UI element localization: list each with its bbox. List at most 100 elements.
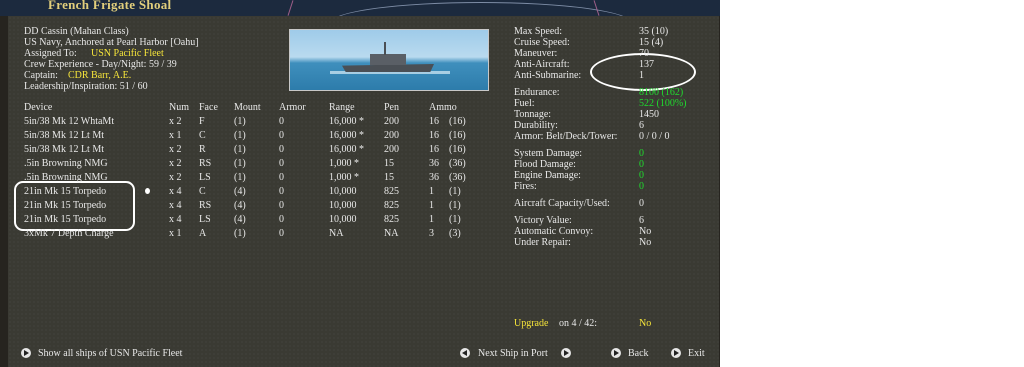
device-cell: 0	[279, 144, 284, 155]
exit-icon[interactable]	[671, 348, 681, 358]
device-cell: F	[199, 116, 205, 127]
back-button[interactable]: Back	[628, 348, 649, 359]
device-cell: x 2	[169, 172, 182, 183]
device-cell: 0	[279, 130, 284, 141]
device-cell: 3	[429, 228, 434, 239]
device-cell: .5in Browning NMG	[24, 158, 108, 169]
device-cell: (1)	[234, 116, 246, 127]
column-header: Num	[169, 102, 189, 113]
stat-label: Fires:	[514, 181, 537, 192]
stat-value: 6	[639, 120, 644, 131]
device-cell: C	[199, 130, 206, 141]
stat-value: 8100 (162)	[639, 87, 684, 98]
device-cell: 21in Mk 15 Torpedo	[24, 214, 107, 225]
stat-label: Anti-Aircraft:	[514, 59, 570, 70]
device-cell: 15	[384, 172, 394, 183]
stat-label: Aircraft Capacity/Used:	[514, 198, 610, 209]
device-cell: 200	[384, 144, 399, 155]
map-line	[287, 0, 294, 16]
assigned-label: Assigned To:	[24, 48, 77, 59]
device-cell: x 1	[169, 228, 182, 239]
device-cell: .5in Browning NMG	[24, 172, 108, 183]
device-cell: LS	[199, 172, 211, 183]
exit-button[interactable]: Exit	[688, 348, 705, 359]
device-cell: NA	[384, 228, 399, 239]
stat-label: System Damage:	[514, 148, 583, 159]
next-ship-button[interactable]: Next Ship in Port	[478, 348, 548, 359]
stat-label: Durability:	[514, 120, 558, 131]
stat-value: 1	[639, 70, 644, 81]
assigned-value[interactable]: USN Pacific Fleet	[91, 48, 164, 59]
device-cell: 0	[279, 158, 284, 169]
device-cell: 1	[429, 200, 434, 211]
device-cell: (3)	[449, 228, 461, 239]
device-cell: LS	[199, 214, 211, 225]
column-header: Ammo	[429, 102, 457, 113]
device-cell: 0	[279, 186, 284, 197]
device-cell: (16)	[449, 116, 466, 127]
column-header: Mount	[234, 102, 261, 113]
device-cell: (36)	[449, 158, 466, 169]
upgrade-label[interactable]: Upgrade	[514, 318, 548, 329]
device-cell: 16,000 *	[329, 130, 364, 141]
device-cell: 200	[384, 116, 399, 127]
device-cell: 1	[429, 214, 434, 225]
device-cell: 0	[279, 214, 284, 225]
device-cell: x 4	[169, 214, 182, 225]
device-cell: 21in Mk 15 Torpedo	[24, 200, 107, 211]
leadership: Leadership/Inspiration: 51 / 60	[24, 81, 148, 92]
left-arrow-icon[interactable]	[460, 348, 470, 358]
device-cell: 0	[279, 172, 284, 183]
device-cell: 10,000	[329, 186, 357, 197]
device-cell: 0	[279, 116, 284, 127]
device-cell: 0	[279, 228, 284, 239]
show-all-ships-button[interactable]: Show all ships of USN Pacific Fleet	[38, 348, 182, 359]
device-cell: (1)	[234, 144, 246, 155]
device-cell: 16,000 *	[329, 116, 364, 127]
right-arrow-icon[interactable]	[561, 348, 571, 358]
stat-label: Victory Value:	[514, 215, 572, 226]
stat-value: 1450	[639, 109, 659, 120]
stat-label: Anti-Submarine:	[514, 70, 582, 81]
device-cell: x 4	[169, 200, 182, 211]
stat-value: 35 (10)	[639, 26, 669, 37]
device-cell: 825	[384, 214, 399, 225]
device-cell: (36)	[449, 172, 466, 183]
stat-value: 70	[639, 48, 649, 59]
device-cell: 15	[384, 158, 394, 169]
stat-label: Tonnage:	[514, 109, 552, 120]
device-cell: (1)	[234, 172, 246, 183]
stat-value: 0	[639, 148, 644, 159]
device-cell: (1)	[234, 228, 246, 239]
device-cell: C	[199, 186, 206, 197]
back-icon[interactable]	[611, 348, 621, 358]
stat-value: 0	[639, 181, 644, 192]
device-cell: 21in Mk 15 Torpedo	[24, 186, 107, 197]
stat-value: No	[639, 237, 652, 248]
upgrade-on-text: on 4 / 42:	[559, 318, 598, 329]
device-cell: 10,000	[329, 200, 357, 211]
stat-label: Fuel:	[514, 98, 535, 109]
device-cell: 36	[429, 158, 439, 169]
right-arrow-icon[interactable]	[21, 348, 31, 358]
device-cell: 5in/38 Mk 12 Lt Mt	[24, 130, 105, 141]
column-header: Device	[24, 102, 53, 113]
device-cell: 3xMk 7 Depth Charge	[24, 228, 114, 239]
stat-label: Endurance:	[514, 87, 560, 98]
device-cell: 16	[429, 116, 439, 127]
stat-value: 15 (4)	[639, 37, 664, 48]
stat-label: Maneuver:	[514, 48, 558, 59]
captain-label: Captain:	[24, 70, 58, 81]
device-cell: x 2	[169, 144, 182, 155]
column-header: Armor	[279, 102, 306, 113]
cursor-mark	[145, 188, 150, 194]
location-title: French Frigate Shoal	[48, 0, 172, 12]
device-cell: (1)	[234, 130, 246, 141]
captain-value[interactable]: CDR Barr, A.E.	[68, 70, 131, 81]
device-cell: 200	[384, 130, 399, 141]
stat-value: 137	[639, 59, 654, 70]
device-cell: 16	[429, 144, 439, 155]
device-cell: x 2	[169, 116, 182, 127]
device-cell: x 2	[169, 158, 182, 169]
stat-value: 0	[639, 198, 644, 209]
